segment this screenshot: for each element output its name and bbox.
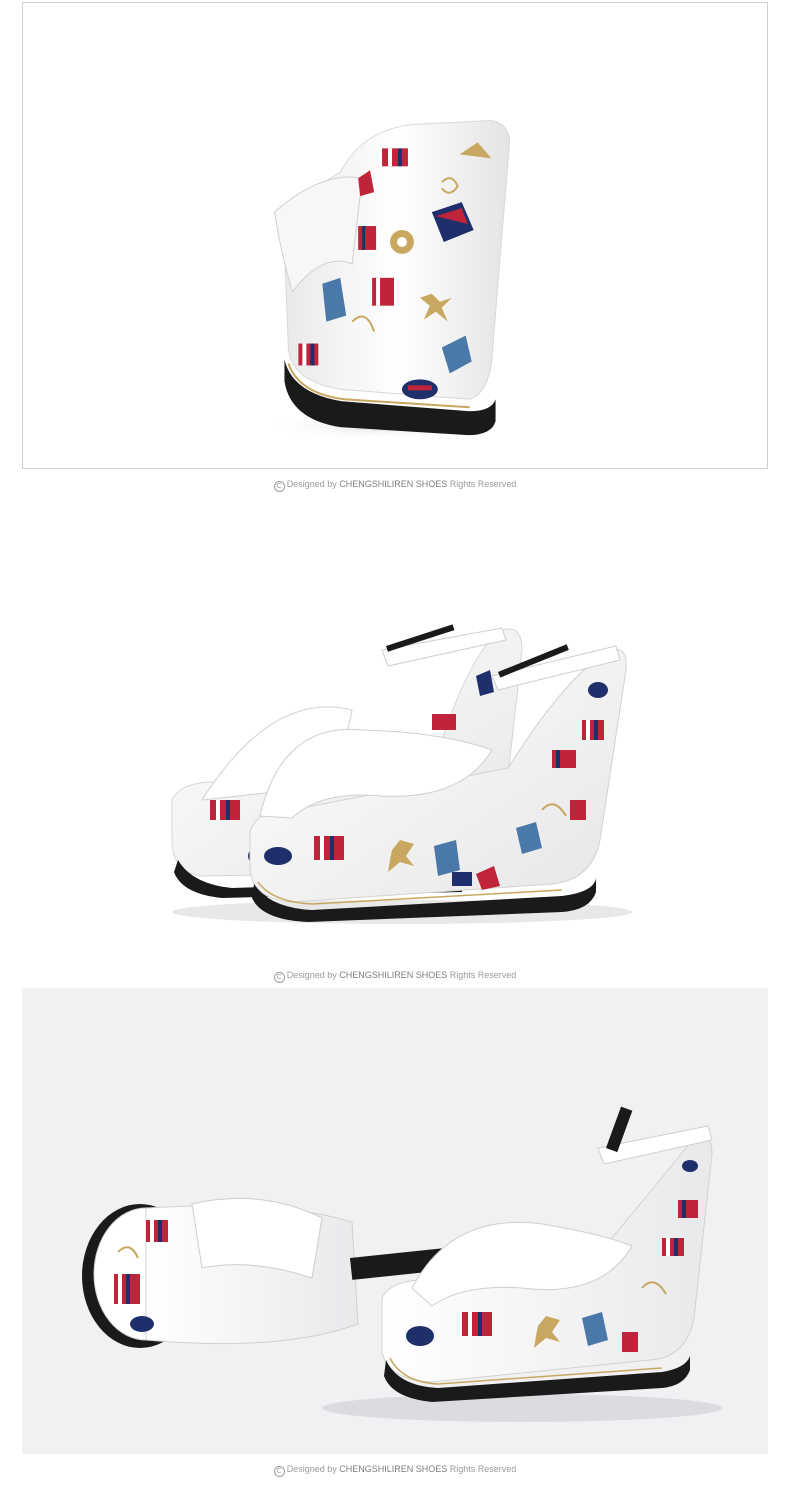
- product-photo-back-view: [22, 2, 768, 469]
- copyright-icon: C: [273, 972, 285, 983]
- copyright-caption: C Designed by CHENGSHILIREN SHOES Rights …: [0, 969, 790, 983]
- copyright-icon: C: [273, 481, 285, 492]
- copyright-caption: C Designed by CHENGSHILIREN SHOES Rights …: [0, 478, 790, 492]
- caption-prefix: Designed by: [286, 1464, 340, 1474]
- copyright-icon: C: [273, 1466, 285, 1477]
- wedge-sandal-back-illustration: [262, 119, 511, 441]
- shoe-front: [249, 644, 627, 922]
- caption-prefix: Designed by: [286, 479, 340, 489]
- caption-suffix: Rights Reserved: [447, 970, 517, 980]
- caption-prefix: Designed by: [286, 970, 340, 980]
- caption-suffix: Rights Reserved: [447, 479, 517, 489]
- caption-brand: CHENGSHILIREN SHOES: [339, 1464, 448, 1474]
- product-photo-lying-view: [22, 988, 768, 1454]
- wedge-sandal-pair-illustration: [171, 624, 632, 924]
- wedge-sandal-lying-illustration: [82, 1106, 722, 1422]
- caption-brand: CHENGSHILIREN SHOES: [339, 479, 448, 489]
- caption-brand: CHENGSHILIREN SHOES: [339, 970, 448, 980]
- caption-suffix: Rights Reserved: [447, 1464, 517, 1474]
- copyright-caption: C Designed by CHENGSHILIREN SHOES Rights …: [0, 1463, 790, 1477]
- product-photo-pair-view: [22, 500, 768, 960]
- shoe-lying-left: [82, 1197, 359, 1348]
